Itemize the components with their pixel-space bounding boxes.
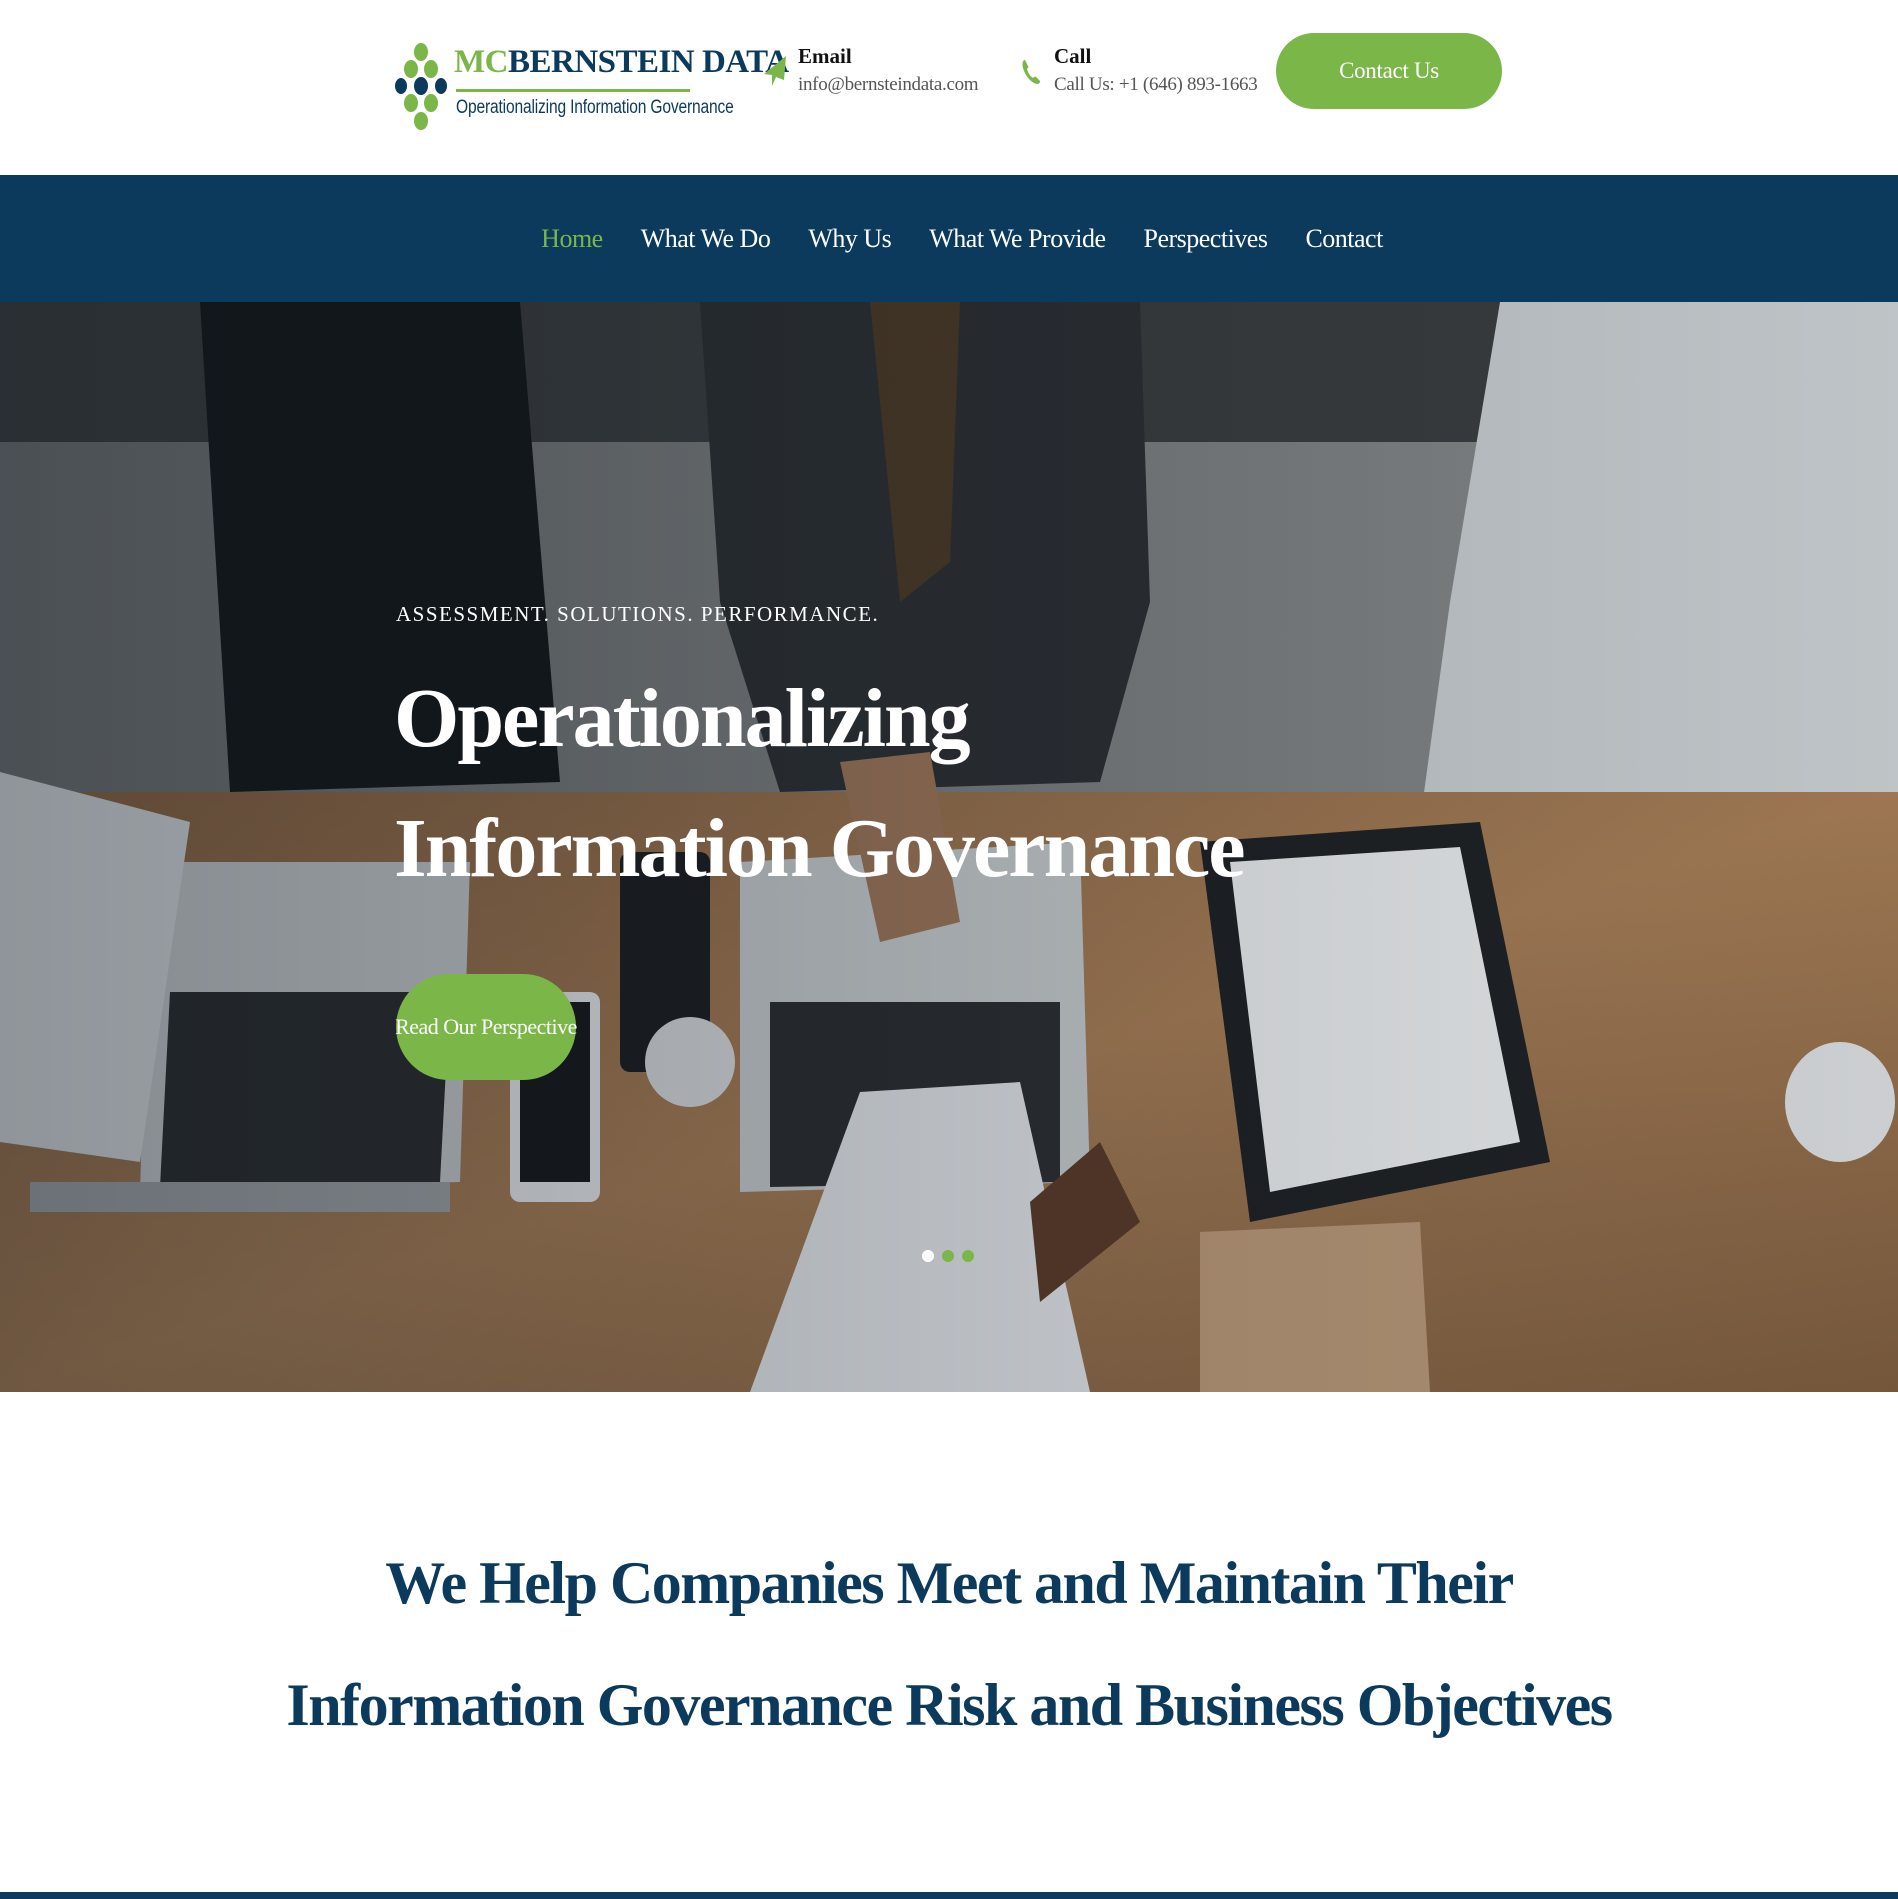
main-nav: Home What We Do Why Us What We Provide P…: [0, 175, 1898, 302]
phone-icon: [1022, 60, 1040, 84]
slider-dot-3[interactable]: [962, 1250, 974, 1262]
footer-top-strip: [0, 1892, 1898, 1899]
intro-section: We Help Companies Meet and Maintain Thei…: [0, 1392, 1898, 1892]
nav-item-contact[interactable]: Contact: [1305, 224, 1383, 254]
intro-heading-line-2: Information Governance Risk and Business…: [286, 1672, 1613, 1738]
hero-title-line-2: Information Governance: [394, 802, 1246, 895]
nav-item-perspectives[interactable]: Perspectives: [1143, 224, 1267, 254]
read-our-perspective-button[interactable]: Read Our Perspective: [395, 974, 577, 1080]
paper-plane-icon: [764, 56, 786, 86]
contact-us-button[interactable]: Contact Us: [1276, 33, 1502, 109]
nav-item-home[interactable]: Home: [541, 224, 603, 254]
logo-divider: [456, 89, 690, 92]
call-contact: Call Call Us: +1 (646) 893-1663: [1018, 44, 1258, 104]
logo-brand-name: BERNSTEIN DATA: [507, 44, 789, 80]
nav-item-what-we-do[interactable]: What We Do: [641, 224, 771, 254]
nav-item-what-we-provide[interactable]: What We Provide: [929, 224, 1106, 254]
logo-tagline: Operationalizing Information Governance: [456, 97, 734, 118]
logo-title: MCBERNSTEIN DATA: [454, 42, 789, 82]
phone-number-link[interactable]: Call Us: +1 (646) 893-1663: [1054, 74, 1258, 96]
logo-hexagon-icon: [395, 43, 447, 130]
hero-title: Operationalizing Information Governance: [394, 654, 1246, 914]
hero-title-line-1: Operationalizing: [394, 672, 971, 765]
logo[interactable]: MCBERNSTEIN DATA Operationalizing Inform…: [394, 40, 789, 135]
call-label: Call: [1054, 44, 1092, 68]
email-label: Email: [798, 44, 852, 68]
hero-slider: ASSESSMENT. SOLUTIONS. PERFORMANCE. Oper…: [0, 302, 1898, 1392]
site-header: MCBERNSTEIN DATA Operationalizing Inform…: [0, 0, 1898, 175]
intro-heading-line-1: We Help Companies Meet and Maintain Thei…: [385, 1550, 1514, 1616]
slider-pagination: [922, 1250, 974, 1262]
nav-item-why-us[interactable]: Why Us: [808, 224, 891, 254]
logo-brand-prefix: MC: [454, 44, 508, 80]
intro-heading: We Help Companies Meet and Maintain Thei…: [0, 1522, 1898, 1766]
email-contact: Email info@bernsteindata.com: [762, 44, 992, 104]
hero-kicker: ASSESSMENT. SOLUTIONS. PERFORMANCE.: [396, 602, 880, 626]
email-address-link[interactable]: info@bernsteindata.com: [798, 74, 979, 96]
slider-dot-2[interactable]: [942, 1250, 954, 1262]
nav-list: Home What We Do Why Us What We Provide P…: [0, 175, 1898, 302]
slider-dot-1[interactable]: [922, 1250, 934, 1262]
